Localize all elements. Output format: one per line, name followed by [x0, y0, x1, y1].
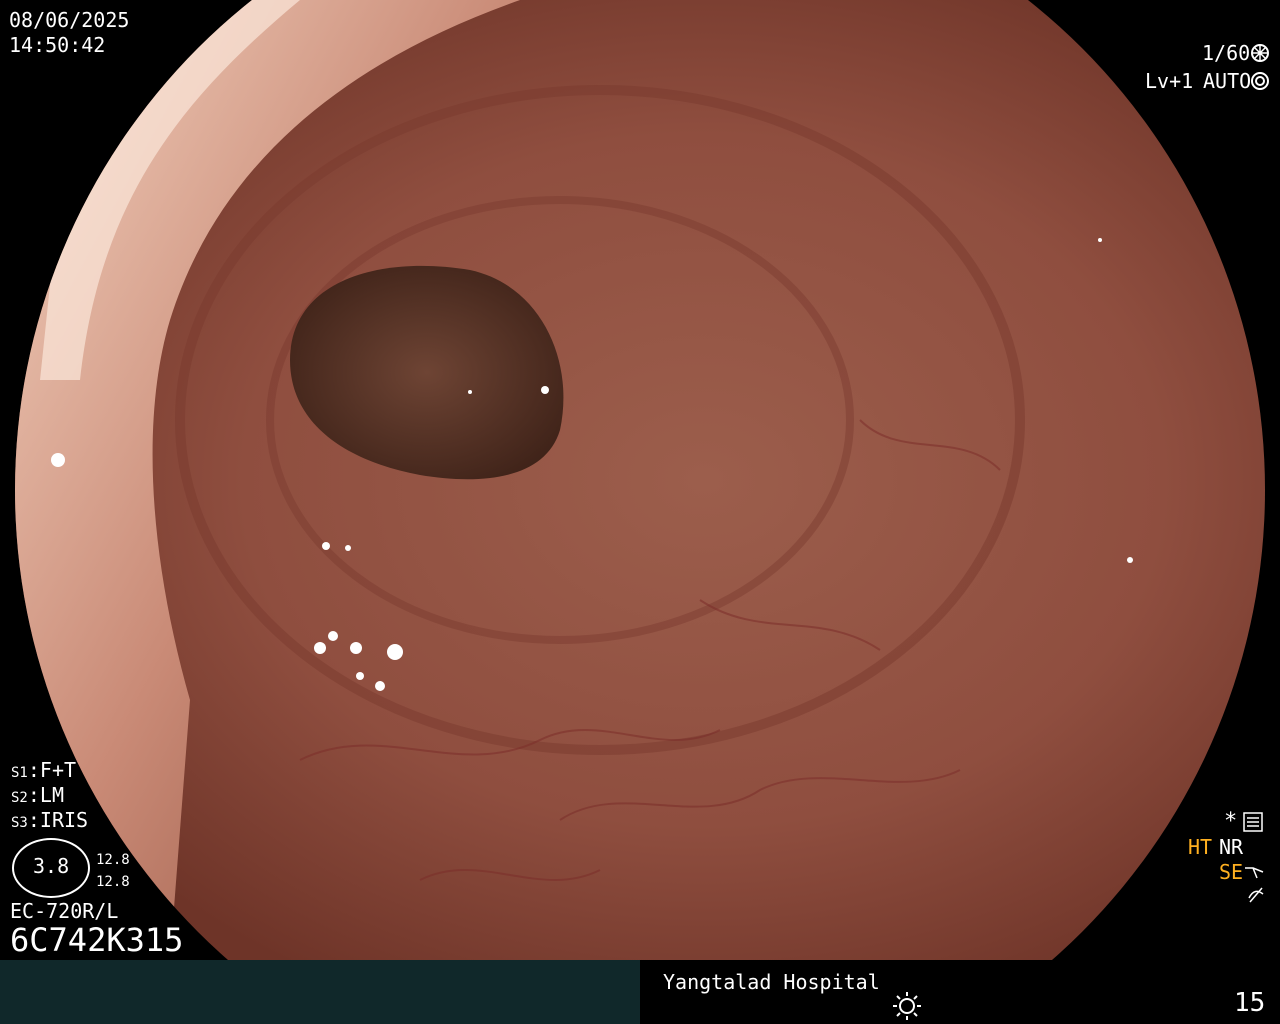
setting-s3: S3:IRIS [11, 808, 89, 832]
setting-s2: S2:LM [11, 783, 64, 807]
endoscopic-view [0, 0, 1280, 960]
se-indicator: SE [1219, 860, 1244, 884]
star-settings-icon: * [1224, 809, 1238, 834]
ht-indicator: HT [1188, 835, 1213, 859]
structure-enhance-icon [1245, 867, 1264, 879]
hospital-name: Yangtalad Hospital [663, 970, 880, 994]
image-counter: 15 [1234, 988, 1266, 1018]
scope-serial: 6C742K315 [10, 921, 184, 959]
brightness-level: Lv+1 [1145, 69, 1194, 93]
filter-icon [1248, 887, 1264, 903]
nr-indicator: NR [1219, 835, 1244, 859]
shutter-icon [1251, 44, 1269, 62]
time-label: 14:50:42 [9, 33, 106, 57]
sun-brightness-icon [893, 992, 921, 1020]
gauge-lower: 12.8 [96, 874, 130, 890]
settings-sliders-icon [1243, 812, 1263, 832]
date-label: 08/06/2025 [9, 8, 130, 32]
setting-s1: S1:F+T [11, 758, 77, 782]
auto-iris-icon [1251, 72, 1269, 90]
gauge-value: 3.8 [33, 854, 70, 878]
gauge-upper: 12.8 [96, 852, 130, 868]
shutter-speed: 1/60 [1202, 41, 1251, 65]
iris-mode: AUTO [1203, 69, 1252, 93]
scope-model: EC-720R/L [10, 899, 119, 923]
